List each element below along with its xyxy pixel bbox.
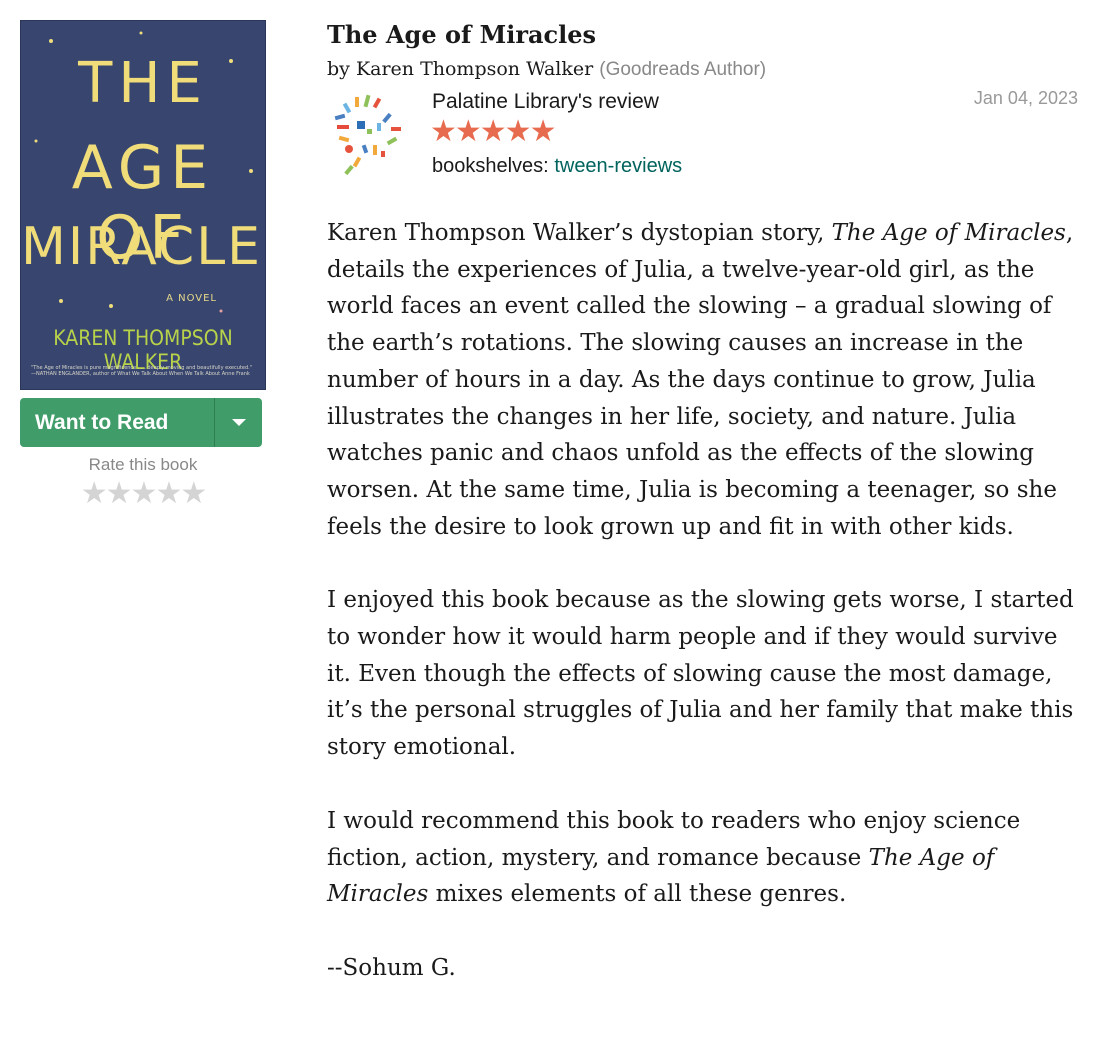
rate-this-book-label: Rate this book [88,455,198,474]
caret-down-icon [232,419,246,426]
bookshelves-label: bookshelves: [432,155,549,177]
by-prefix: by [327,58,350,80]
shelf-link-tween-reviews[interactable]: tween-reviews [554,155,682,177]
review-date-link[interactable]: Jan 04, 2023 [974,88,1078,109]
cover-quote: "The Age of Miracles is pure magnificenc… [31,365,253,377]
review-rating-stars: ★★★★★ [430,114,556,149]
palatine-library-logo[interactable] [327,89,417,179]
book-cover[interactable]: THE AGE OF MIRACLES A NOVEL KAREN THOMPS… [20,20,266,390]
byline: by Karen Thompson Walker (Goodreads Auth… [327,58,766,81]
review-text: Karen Thompson Walker’s dystopian story,… [327,215,1079,1024]
bookshelves: bookshelves: tween-reviews [432,155,682,178]
cover-title-line-3: MIRACLES [21,217,265,277]
review-p1-text-a: Karen Thompson Walker’s dystopian story, [327,220,832,246]
cover-novel-label: A NOVEL [166,293,217,304]
rate-star-1[interactable]: ★ [81,476,108,511]
review-p1-text-b: , details the experiences of Julia, a tw… [327,220,1074,540]
reviewer-link[interactable]: Palatine Library's review [432,90,659,114]
review-paragraph-3: I would recommend this book to readers w… [327,803,1079,913]
rate-star-4[interactable]: ★ [155,476,182,511]
shelf-dropdown-button[interactable] [214,398,262,447]
rate-star-5[interactable]: ★ [180,476,207,511]
review-paragraph-1: Karen Thompson Walker’s dystopian story,… [327,215,1079,545]
review-paragraph-2: I enjoyed this book because as the slowi… [327,587,1074,761]
review-p1-book-title: The Age of Miracles [831,220,1066,246]
author-link[interactable]: Karen Thompson Walker [356,58,593,80]
want-to-read-control: Want to Read [20,398,262,447]
rate-stars: ★★★★★ [20,476,266,511]
author-role: (Goodreads Author) [599,59,767,80]
review-p3-text-b: mixes elements of all these genres. [428,881,847,908]
want-to-read-button[interactable]: Want to Read [20,398,214,447]
book-title-link[interactable]: The Age of Miracles [327,20,596,49]
review-signature: --Sohum G. [327,954,456,981]
cover-title-line-1: THE [78,51,208,116]
rate-star-3[interactable]: ★ [131,476,158,511]
rate-star-2[interactable]: ★ [106,476,133,511]
